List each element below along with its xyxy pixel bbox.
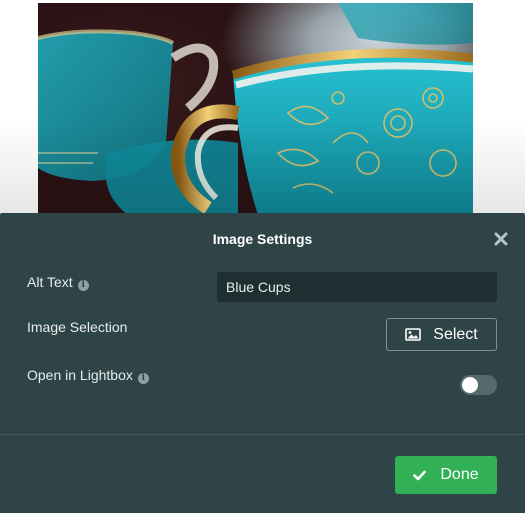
lightbox-toggle[interactable] [460,375,497,395]
info-icon[interactable]: i [77,280,89,291]
toggle-knob [462,377,478,393]
select-button-label: Select [433,325,478,343]
done-button[interactable]: Done [395,456,497,494]
check-icon [413,470,427,480]
image-selection-label: Image Selection [27,319,128,335]
select-image-button[interactable]: Select [386,318,497,351]
teacup-photo [38,3,473,215]
teacup-illustration [38,3,473,215]
alt-text-row-label: Alt Text i [27,274,89,291]
panel-divider [0,434,525,435]
lightbox-row-label: Open in Lightbox i [27,367,149,384]
lightbox-label: Open in Lightbox [27,367,133,383]
image-settings-panel: Image Settings Alt Text i Image Selection… [0,213,525,513]
close-button[interactable] [494,232,508,246]
image-icon [405,328,422,341]
close-icon [494,232,508,246]
info-icon[interactable]: i [137,373,149,384]
done-button-label: Done [440,466,479,483]
alt-text-input[interactable] [217,272,497,302]
panel-title: Image Settings [212,231,313,247]
alt-text-label: Alt Text [27,274,73,290]
